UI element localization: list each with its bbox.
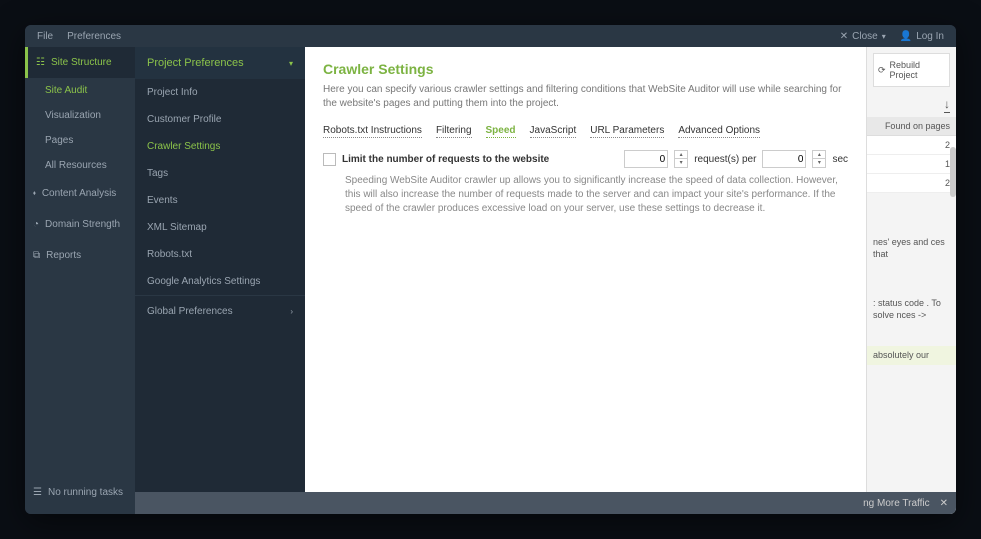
reports-icon: ⧉ [33, 250, 40, 261]
app-window: File Preferences ✕ Close ▾ 👤 Log In ☷ Si… [25, 25, 956, 514]
requests-spinner[interactable]: ▴▾ [674, 150, 688, 168]
prefs-header[interactable]: Project Preferences ▾ [135, 47, 305, 79]
requests-unit: request(s) per [694, 154, 756, 165]
nav-reports[interactable]: ⧉ Reports [25, 240, 135, 271]
limit-requests-row: Limit the number of requests to the webs… [323, 150, 848, 168]
close-button[interactable]: ✕ Close ▾ [840, 31, 886, 42]
seconds-unit: sec [832, 154, 848, 165]
download-icon[interactable]: ↓ [944, 97, 950, 113]
prefs-customer-profile[interactable]: Customer Profile [135, 106, 305, 133]
limit-requests-checkbox[interactable] [323, 153, 336, 166]
info-text: : status code . To solve nces -> [867, 294, 956, 325]
rebuild-project-button[interactable]: ⟳ Rebuild Project [873, 53, 950, 87]
side-panel: ⟳ Rebuild Project ↓ Found on pages 2 1 2… [866, 47, 956, 514]
column-header: Found on pages [867, 117, 956, 136]
nav-all-resources[interactable]: All Resources [25, 153, 135, 178]
seconds-spinner[interactable]: ▴▾ [812, 150, 826, 168]
limit-requests-label: Limit the number of requests to the webs… [342, 154, 549, 165]
menu-file[interactable]: File [37, 31, 53, 42]
footer-text: ng More Traffic [863, 498, 930, 509]
tasks-icon: ☰ [33, 487, 42, 498]
requests-input[interactable] [624, 150, 668, 168]
footer-close-icon[interactable]: ✕ [940, 498, 948, 509]
chevron-right-icon: › [290, 307, 293, 316]
prefs-robots[interactable]: Robots.txt [135, 241, 305, 268]
prefs-crawler-settings[interactable]: Crawler Settings [135, 133, 305, 160]
panel-title: Crawler Settings [323, 61, 848, 77]
user-icon: 👤 [900, 31, 912, 42]
nav-visualization[interactable]: Visualization [25, 103, 135, 128]
nav-site-structure[interactable]: ☷ Site Structure [25, 47, 135, 78]
limit-requests-description: Speeding WebSite Auditor crawler up allo… [345, 174, 848, 216]
nav-site-audit[interactable]: Site Audit [25, 78, 135, 103]
gauge-icon: ◔ [33, 219, 39, 230]
info-text: nes' eyes and ces that [867, 233, 956, 264]
chevron-down-icon: ▾ [289, 59, 293, 68]
prefs-global[interactable]: Global Preferences › [135, 295, 305, 327]
chart-icon: ⬪ [33, 188, 36, 199]
footer-bar: ng More Traffic ✕ [135, 492, 956, 514]
scrollbar[interactable] [950, 147, 956, 197]
prefs-xml-sitemap[interactable]: XML Sitemap [135, 214, 305, 241]
rebuild-icon: ⟳ [878, 65, 886, 76]
login-button[interactable]: 👤 Log In [900, 31, 944, 42]
prefs-events[interactable]: Events [135, 187, 305, 214]
tab-filtering[interactable]: Filtering [436, 125, 472, 138]
tab-advanced[interactable]: Advanced Options [678, 125, 760, 138]
menu-preferences[interactable]: Preferences [67, 31, 121, 42]
tab-speed[interactable]: Speed [486, 125, 516, 138]
close-icon: ✕ [840, 31, 848, 42]
table-row[interactable]: 2 [867, 174, 956, 193]
nav-content-analysis[interactable]: ⬪ Content Analysis [25, 178, 135, 209]
tasks-status: ☰ No running tasks [25, 479, 135, 506]
tab-robots[interactable]: Robots.txt Instructions [323, 125, 422, 138]
tab-url-parameters[interactable]: URL Parameters [590, 125, 664, 138]
prefs-project-info[interactable]: Project Info [135, 79, 305, 106]
prefs-tags[interactable]: Tags [135, 160, 305, 187]
info-text: absolutely our [867, 346, 956, 366]
table-row[interactable]: 2 [867, 136, 956, 155]
preferences-sidebar: Project Preferences ▾ Project Info Custo… [135, 47, 305, 514]
primary-sidebar: ☷ Site Structure Site Audit Visualizatio… [25, 47, 135, 514]
nav-pages[interactable]: Pages [25, 128, 135, 153]
structure-icon: ☷ [36, 57, 45, 68]
tab-javascript[interactable]: JavaScript [530, 125, 577, 138]
table-row[interactable]: 1 [867, 155, 956, 174]
panel-description: Here you can specify various crawler set… [323, 83, 848, 111]
prefs-google-analytics[interactable]: Google Analytics Settings [135, 268, 305, 295]
chevron-down-icon: ▾ [882, 32, 886, 41]
settings-panel: Crawler Settings Here you can specify va… [305, 47, 866, 514]
settings-tabs: Robots.txt Instructions Filtering Speed … [323, 125, 848, 138]
seconds-input[interactable] [762, 150, 806, 168]
nav-domain-strength[interactable]: ◔ Domain Strength [25, 209, 135, 240]
menubar: File Preferences ✕ Close ▾ 👤 Log In [25, 25, 956, 47]
